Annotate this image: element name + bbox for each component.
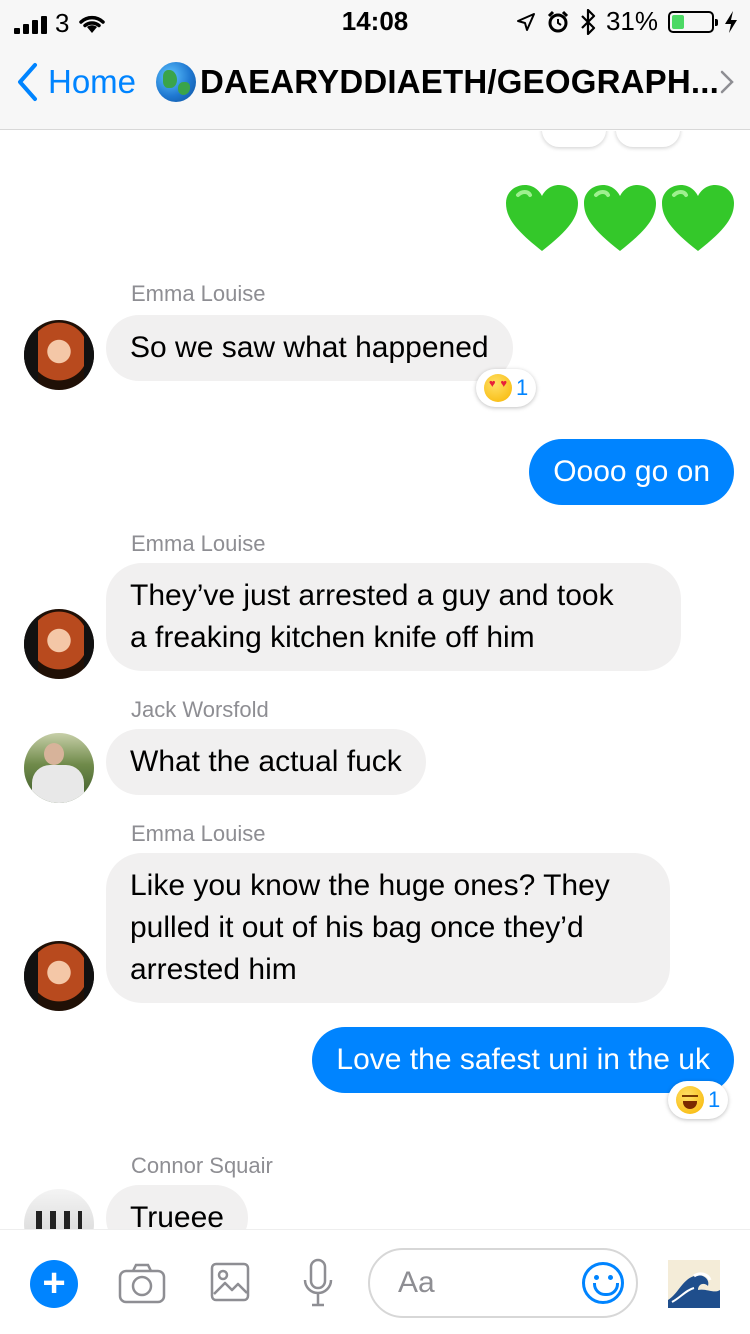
status-right: 31% xyxy=(516,6,738,37)
sender-name: Jack Worsfold xyxy=(131,697,269,722)
location-arrow-icon xyxy=(516,12,535,31)
battery-fill xyxy=(672,14,684,29)
sender-name: Connor Squair xyxy=(131,1153,273,1178)
image-icon[interactable] xyxy=(210,1262,250,1302)
message-input[interactable] xyxy=(398,1250,588,1316)
battery-percent: 31% xyxy=(605,6,658,36)
sender-name: Emma Louise xyxy=(131,531,266,556)
status-bar: 3 14:08 31% xyxy=(0,0,750,40)
microphone-icon[interactable] xyxy=(302,1258,334,1308)
reaction-badge[interactable]: 1 xyxy=(668,1081,729,1119)
alarm-icon xyxy=(547,10,569,32)
plus-icon[interactable]: + xyxy=(30,1260,78,1308)
message-input-box[interactable] xyxy=(368,1248,638,1318)
charging-bolt-icon xyxy=(725,10,737,33)
messenger-screen: 3 14:08 31% Home DAEARYDDIAETH/GEOGRAPH.… xyxy=(0,0,750,1334)
reaction-count: 1 xyxy=(516,375,529,400)
avatar[interactable] xyxy=(24,733,94,803)
battery-icon xyxy=(668,10,718,33)
green-hearts-message[interactable] xyxy=(504,183,736,253)
message-bubble[interactable]: What the actual fuck xyxy=(106,729,426,795)
message-line: arrested him xyxy=(130,953,297,986)
message-line: They’ve just arrested a guy and took xyxy=(130,579,614,612)
conversation-title[interactable]: DAEARYDDIAETH/GEOGRAPH... xyxy=(156,62,719,102)
laughing-emoji-icon xyxy=(676,1086,704,1114)
conversation-title-text: DAEARYDDIAETH/GEOGRAPH... xyxy=(200,63,719,100)
message-bubble[interactable]: Trueee xyxy=(106,1185,248,1229)
message-line: a freaking kitchen knife off him xyxy=(130,621,535,654)
partial-reactions xyxy=(542,131,680,147)
message-bubble[interactable]: So we saw what happened xyxy=(106,315,513,381)
avatar[interactable] xyxy=(24,320,94,390)
reaction-count: 1 xyxy=(708,1087,721,1112)
message-line: pulled it out of his bag once they’d xyxy=(130,911,584,944)
globe-icon xyxy=(156,62,196,102)
message-thread[interactable]: Emma Louise So we saw what happened 1 Oo… xyxy=(0,131,750,1229)
green-heart-icon xyxy=(506,185,578,251)
avatar[interactable] xyxy=(24,609,94,679)
chevron-right-icon[interactable] xyxy=(720,70,734,94)
sender-name: Emma Louise xyxy=(131,281,266,306)
sender-name: Emma Louise xyxy=(131,821,266,846)
wave-icon[interactable] xyxy=(668,1260,720,1308)
message-bubble[interactable]: They’ve just arrested a guy and took a f… xyxy=(106,563,681,671)
avatar[interactable] xyxy=(24,1189,94,1229)
composer-bar: + xyxy=(0,1229,750,1334)
back-label: Home xyxy=(48,63,137,100)
back-button[interactable]: Home xyxy=(16,62,136,102)
avatar[interactable] xyxy=(24,941,94,1011)
message-line: Like you know the huge ones? They xyxy=(130,869,610,902)
chevron-left-icon xyxy=(18,63,37,101)
camera-icon[interactable] xyxy=(118,1262,166,1304)
message-bubble[interactable]: Love the safest uni in the uk xyxy=(312,1027,734,1093)
reaction-badge[interactable]: 1 xyxy=(476,369,537,407)
emoji-icon[interactable] xyxy=(582,1262,624,1304)
heart-eyes-emoji-icon xyxy=(484,374,512,402)
green-heart-icon xyxy=(662,185,734,251)
bluetooth-icon xyxy=(581,8,596,35)
message-bubble[interactable]: Like you know the huge ones? They pulled… xyxy=(106,853,670,1003)
message-bubble[interactable]: Oooo go on xyxy=(529,439,734,505)
nav-bar: Home DAEARYDDIAETH/GEOGRAPH... xyxy=(0,40,750,130)
green-heart-icon xyxy=(584,185,656,251)
